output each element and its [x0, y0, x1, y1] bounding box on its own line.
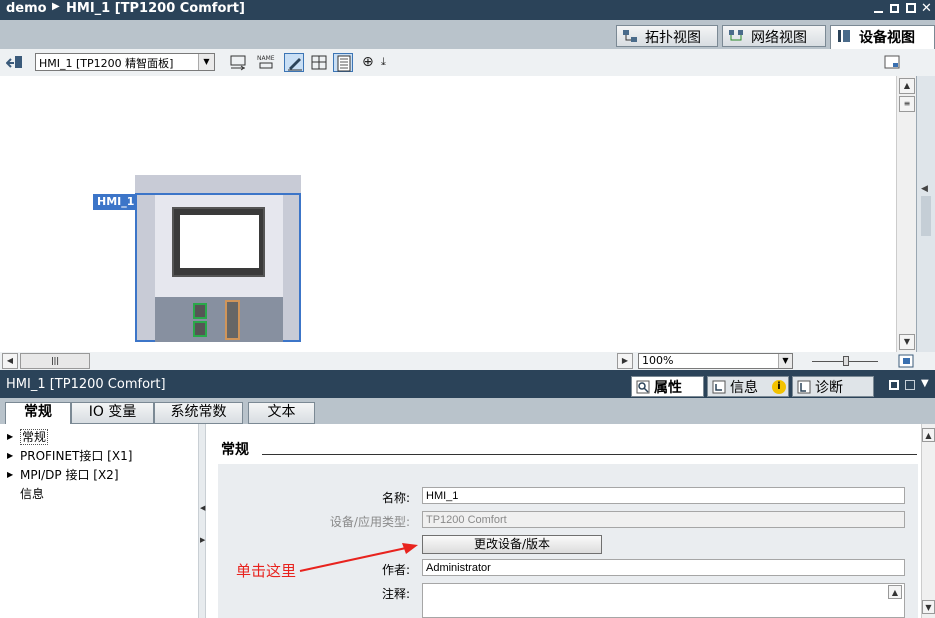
- project-name: demo: [6, 1, 47, 16]
- inspector-header: HMI_1 [TP1200 Comfort] 属性 信息 i 诊断 ▼: [0, 374, 935, 398]
- section-title: 常规: [221, 442, 249, 458]
- zoom-dropdown-icon[interactable]: ▼: [778, 354, 792, 368]
- collapse-left-icon[interactable]: ◀: [200, 504, 205, 512]
- change-device-button[interactable]: 更改设备/版本: [422, 535, 602, 554]
- scroll-up-icon[interactable]: ▲: [899, 78, 915, 94]
- side-tab[interactable]: [921, 196, 931, 236]
- hmi-screen-bezel: [172, 207, 265, 277]
- zoom-select[interactable]: 100% ▼: [638, 353, 793, 369]
- properties-nav-tree: ▶ 常规 ▶ PROFINET接口 [X1] ▶ MPI/DP 接口 [X2] …: [0, 424, 198, 618]
- zoom-in-icon[interactable]: ⊕: [362, 54, 374, 70]
- properties-subtabs: 常规 IO 变量 系统常数 文本: [0, 398, 935, 425]
- annotation-arrow: [299, 543, 418, 572]
- network-icon: [729, 30, 743, 41]
- restore-icon[interactable]: [890, 4, 899, 13]
- close-icon[interactable]: ✕: [921, 1, 932, 16]
- comment-label: 注释:: [381, 587, 410, 601]
- hmi-front-panel: [155, 195, 283, 297]
- hmi-interface-area: [155, 297, 283, 342]
- float-panel-icon[interactable]: [889, 380, 899, 390]
- info-badge-icon: i: [772, 380, 786, 394]
- diagnostics-icon: [797, 380, 811, 394]
- info-icon: [712, 380, 726, 394]
- properties-scrollbar[interactable]: ▲ ▼: [921, 424, 935, 618]
- comment-textarea[interactable]: [422, 583, 905, 618]
- tab-device-view[interactable]: 设备视图: [830, 25, 935, 49]
- device-icon: [838, 30, 850, 42]
- rack-header: [135, 175, 301, 193]
- scroll-up-icon[interactable]: ▲: [922, 428, 935, 442]
- float-icon[interactable]: [906, 3, 916, 13]
- tab-general[interactable]: 常规: [5, 402, 71, 425]
- comment-scroll-up-icon[interactable]: ▲: [888, 585, 902, 599]
- title-bar: demo ▶ HMI_1 [TP1200 Comfort] ✕: [0, 0, 935, 20]
- scroll-right-icon[interactable]: ▶: [617, 353, 633, 369]
- graphic-view-icon[interactable]: [284, 53, 304, 72]
- tab-diagnostics[interactable]: 诊断: [792, 376, 874, 397]
- expand-arrow-icon[interactable]: ▶: [7, 447, 13, 465]
- svg-text:NAME: NAME: [257, 55, 275, 62]
- collapse-panel-icon[interactable]: ▼: [921, 378, 929, 389]
- properties-icon: [636, 380, 650, 394]
- hscroll-thumb[interactable]: |||: [20, 353, 90, 369]
- expand-arrow-icon[interactable]: ▶: [7, 466, 13, 484]
- zoom-slider-thumb[interactable]: [843, 356, 849, 366]
- nav-splitter[interactable]: ◀ ▶: [198, 424, 206, 618]
- device-label[interactable]: HMI_1: [93, 194, 135, 210]
- canvas-horizontal-scrollbar: ◀ ||| ▶: [0, 352, 935, 370]
- name-input[interactable]: [422, 487, 905, 504]
- tab-topology-view[interactable]: 拓扑视图: [616, 25, 718, 47]
- annotation-text: 单击这里: [236, 562, 297, 580]
- profinet-port-2[interactable]: [193, 321, 207, 337]
- scroll-left-icon[interactable]: ◀: [2, 353, 18, 369]
- device-canvas[interactable]: HMI_1: [0, 76, 896, 352]
- expand-arrow-icon[interactable]: ▶: [7, 428, 13, 446]
- topology-icon: [623, 30, 637, 42]
- table-view-icon[interactable]: [333, 53, 353, 72]
- tab-network-view[interactable]: 网络视图: [722, 25, 826, 47]
- hmi-device[interactable]: [135, 193, 301, 342]
- task-cards-collapsed[interactable]: ◀: [916, 76, 935, 352]
- name-label: 名称:: [381, 491, 410, 505]
- maximize-panel-icon[interactable]: [905, 380, 915, 390]
- download-arrow-icon[interactable]: ⤓: [381, 55, 386, 69]
- nav-item-mpi-dp[interactable]: ▶ MPI/DP 接口 [X2]: [0, 466, 198, 485]
- author-input[interactable]: [422, 559, 905, 576]
- tab-texts[interactable]: 文本: [248, 402, 315, 424]
- nav-item-general[interactable]: ▶ 常规: [0, 428, 198, 447]
- inspector-title: HMI_1 [TP1200 Comfort]: [6, 377, 166, 392]
- swap-icon[interactable]: [228, 53, 248, 72]
- canvas-vertical-scrollbar[interactable]: ▲ ≡ ▼: [896, 76, 916, 352]
- breadcrumb-arrow-icon: ▶: [52, 1, 60, 12]
- nav-item-profinet[interactable]: ▶ PROFINET接口 [X1]: [0, 447, 198, 466]
- chevron-down-icon[interactable]: ▼: [198, 54, 214, 70]
- scroll-thumb[interactable]: ≡: [899, 96, 915, 112]
- tab-properties[interactable]: 属性: [631, 376, 704, 397]
- overview-navigation-icon[interactable]: [898, 354, 914, 368]
- device-select[interactable]: HMI_1 [TP1200 精智面板] ▼: [35, 53, 215, 71]
- device-type-label: 设备/应用类型:: [329, 515, 410, 529]
- device-type-field: [422, 511, 905, 528]
- tab-system-constants[interactable]: 系统常数: [154, 402, 243, 424]
- profinet-port-1[interactable]: [193, 303, 207, 319]
- hmi-display: [180, 215, 259, 268]
- mpi-dp-port[interactable]: [225, 300, 240, 340]
- view-tabs-bar: 拓扑视图 网络视图 设备视图: [0, 20, 935, 49]
- expand-left-icon[interactable]: ◀: [921, 184, 928, 194]
- device-overview-icon[interactable]: [6, 54, 24, 71]
- scroll-down-icon[interactable]: ▼: [899, 334, 915, 350]
- minimize-icon[interactable]: [874, 11, 883, 13]
- scroll-down-icon[interactable]: ▼: [922, 600, 935, 614]
- properties-panel-icon[interactable]: [883, 54, 901, 70]
- grid-icon[interactable]: [309, 53, 329, 72]
- section-rule: [262, 454, 917, 455]
- expand-right-icon[interactable]: ▶: [200, 536, 205, 544]
- device-title: HMI_1 [TP1200 Comfort]: [66, 1, 245, 16]
- name-label-icon[interactable]: NAME: [256, 53, 276, 72]
- nav-item-info[interactable]: 信息: [0, 485, 198, 504]
- tab-io-tags[interactable]: IO 变量: [71, 402, 154, 424]
- tab-info[interactable]: 信息 i: [707, 376, 789, 397]
